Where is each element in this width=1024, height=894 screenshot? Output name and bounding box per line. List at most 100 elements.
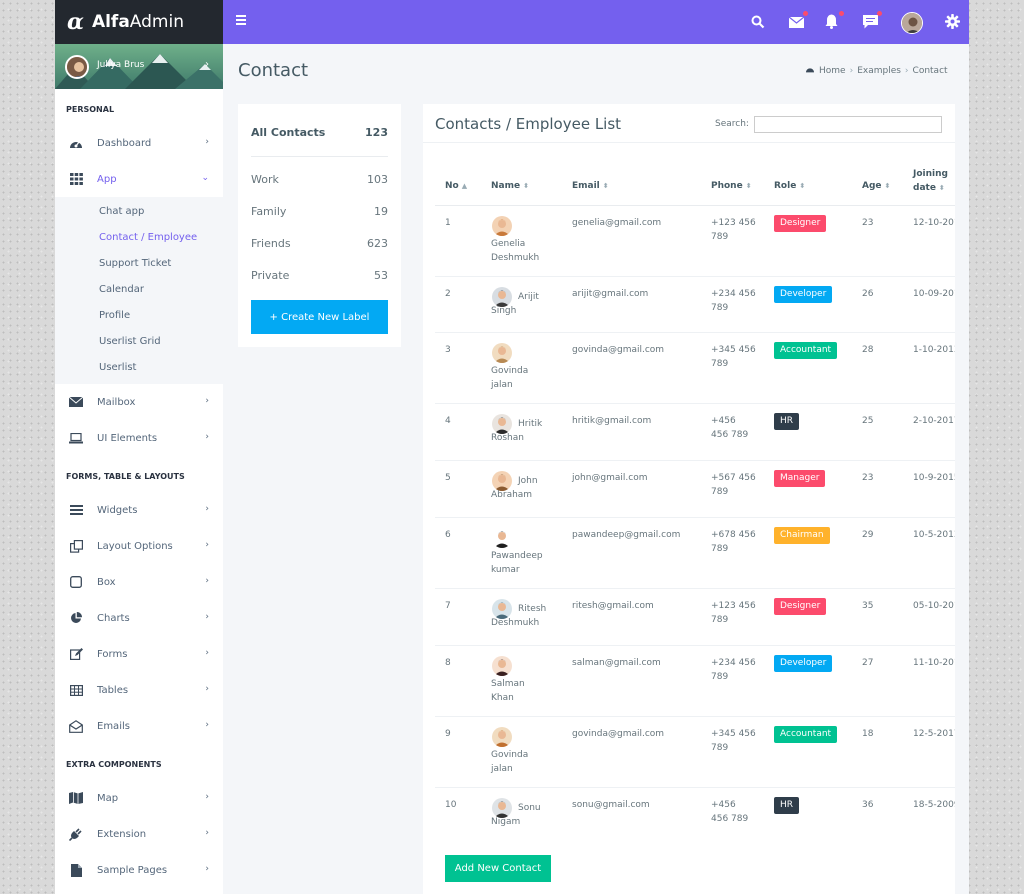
column-header-no[interactable]: No ▲ — [445, 181, 467, 191]
contact-avatar[interactable] — [492, 216, 512, 236]
column-header-name[interactable]: Name ⬍ — [491, 181, 529, 191]
breadcrumb-examples-link[interactable]: Examples — [857, 66, 901, 76]
user-profile-panel[interactable]: Juliya Brus › — [55, 44, 223, 89]
column-header-age[interactable]: Age ⬍ — [862, 181, 890, 191]
breadcrumb: Home › Examples › Contact — [805, 65, 948, 76]
column-header-joining-date[interactable]: Joining date ⬍ — [913, 167, 953, 195]
create-new-label-button[interactable]: + Create New Label — [251, 300, 388, 334]
chevron-right-icon: › — [205, 576, 209, 586]
contact-age: 36 — [862, 800, 874, 810]
sidebar-item-box[interactable]: Box › — [55, 564, 223, 600]
sidebar-item-tables[interactable]: Tables › — [55, 672, 223, 708]
search-input[interactable] — [754, 116, 942, 133]
divider — [251, 156, 388, 157]
contact-last-name: Nigam — [491, 817, 521, 827]
user-avatar — [65, 55, 89, 79]
sort-icon: ⬍ — [884, 182, 891, 190]
profile-avatar[interactable] — [901, 12, 923, 34]
contact-email[interactable]: sonu@gmail.com — [572, 798, 650, 812]
contact-email[interactable]: hritik@gmail.com — [572, 414, 651, 428]
submenu-item-contact-employee[interactable]: Contact / Employee — [55, 225, 223, 251]
submenu-item-support-ticket[interactable]: Support Ticket — [55, 251, 223, 277]
contact-phone: +123 456 789 — [711, 218, 756, 242]
contact-avatar[interactable] — [492, 343, 512, 363]
contact-joining-date: 11-10-2014 — [913, 658, 955, 668]
column-header-phone[interactable]: Phone ⬍ — [711, 181, 752, 191]
table-title: Contacts / Employee List — [435, 115, 622, 133]
hamburger-menu-icon[interactable] — [236, 15, 246, 25]
column-header-email[interactable]: Email ⬍ — [572, 181, 609, 191]
contact-email[interactable]: john@gmail.com — [572, 471, 648, 485]
contact-phone: +567 456 789 — [711, 473, 756, 497]
sort-icon: ⬍ — [938, 184, 945, 192]
contact-last-name: Deshmukh — [491, 618, 540, 628]
chevron-right-icon: › — [205, 540, 209, 550]
gear-icon[interactable] — [945, 14, 961, 30]
search-label: Search: — [715, 119, 749, 129]
sidebar-item-layout-options[interactable]: Layout Options › — [55, 528, 223, 564]
sidebar-item-mailbox[interactable]: Mailbox › — [55, 384, 223, 420]
label-item-family[interactable]: Family 19 — [251, 205, 388, 218]
contact-phone: +456 456 789 — [711, 416, 749, 440]
submenu-item-calendar[interactable]: Calendar — [55, 277, 223, 303]
contact-avatar[interactable] — [492, 727, 512, 747]
contact-email[interactable]: salman@gmail.com — [572, 656, 661, 670]
bell-icon[interactable] — [825, 11, 844, 30]
submenu-item-chat-app[interactable]: Chat app — [55, 199, 223, 225]
contact-avatar[interactable] — [492, 656, 512, 676]
app-submenu: Chat app Contact / Employee Support Tick… — [55, 197, 223, 384]
label-item-private[interactable]: Private 53 — [251, 269, 388, 282]
contact-email[interactable]: genelia@gmail.com — [572, 216, 661, 230]
contact-first-name: Govinda — [491, 750, 529, 760]
contact-email[interactable]: pawandeep@gmail.com — [572, 528, 680, 542]
dashboard-icon — [805, 65, 815, 76]
chevron-right-icon: › — [205, 612, 209, 622]
sidebar-item-map[interactable]: Map › — [55, 780, 223, 816]
grid-icon — [68, 172, 84, 186]
contact-email[interactable]: govinda@gmail.com — [572, 343, 664, 357]
submenu-item-userlist[interactable]: Userlist — [55, 355, 223, 381]
dashboard-icon — [68, 136, 84, 150]
file-icon — [68, 863, 84, 877]
sidebar-item-extension[interactable]: Extension › — [55, 816, 223, 852]
submenu-item-userlist-grid[interactable]: Userlist Grid — [55, 329, 223, 355]
sidebar-item-widgets[interactable]: Widgets › — [55, 492, 223, 528]
sort-icon: ⬍ — [745, 182, 752, 190]
contact-email[interactable]: govinda@gmail.com — [572, 727, 664, 741]
nav-section-title: EXTRA COMPONENTS — [66, 760, 162, 769]
sidebar-item-forms[interactable]: Forms › — [55, 636, 223, 672]
contact-phone: +123 456 789 — [711, 601, 756, 625]
label-item-all-contacts[interactable]: All Contacts 123 — [251, 126, 388, 139]
sidebar-item-ui-elements[interactable]: UI Elements › — [55, 420, 223, 456]
contacts-table-card: Contacts / Employee List Search: No ▲ Nam… — [423, 104, 955, 894]
contact-avatar[interactable] — [492, 528, 512, 548]
mail-notification-icon[interactable] — [788, 11, 808, 30]
sidebar-item-dashboard[interactable]: Dashboard › — [55, 125, 223, 161]
breadcrumb-current: Contact — [912, 65, 948, 76]
sidebar-item-emails[interactable]: Emails › — [55, 708, 223, 744]
contact-last-name: Deshmukh — [491, 253, 540, 263]
sidebar-item-sample-pages[interactable]: Sample Pages › — [55, 852, 223, 888]
label-item-friends[interactable]: Friends 623 — [251, 237, 388, 250]
chat-icon[interactable] — [863, 11, 882, 30]
chevron-right-icon: › — [205, 432, 209, 442]
row-number: 1 — [445, 218, 451, 228]
breadcrumb-home-link[interactable]: Home — [819, 66, 846, 76]
contact-email[interactable]: arijit@gmail.com — [572, 287, 648, 301]
contact-phone: +345 456 789 — [711, 729, 756, 753]
brand-logo[interactable]: α AlfaAdmin — [55, 0, 223, 44]
contact-email[interactable]: ritesh@gmail.com — [572, 599, 654, 613]
sidebar-item-app[interactable]: App ⌄ — [55, 161, 223, 197]
search-icon[interactable] — [751, 14, 767, 30]
label-item-work[interactable]: Work 103 — [251, 173, 388, 186]
contact-last-name: Khan — [491, 693, 514, 703]
submenu-item-profile[interactable]: Profile — [55, 303, 223, 329]
notification-dot — [803, 11, 808, 16]
alpha-logo-icon: α — [67, 9, 84, 35]
column-header-role[interactable]: Role ⬍ — [774, 181, 805, 191]
add-new-contact-button[interactable]: Add New Contact — [445, 855, 551, 882]
sidebar-item-charts[interactable]: Charts › — [55, 600, 223, 636]
copy-icon — [68, 539, 84, 553]
role-badge: Designer — [774, 598, 827, 615]
role-badge: Manager — [774, 470, 826, 487]
